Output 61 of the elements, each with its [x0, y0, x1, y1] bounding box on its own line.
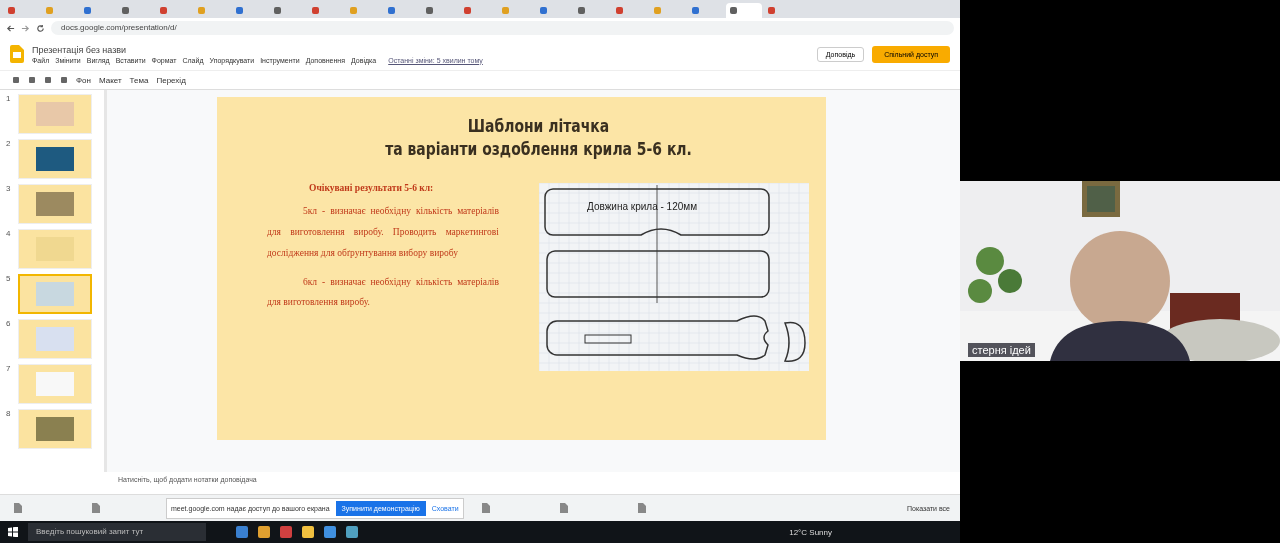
favicon-icon [616, 7, 623, 14]
favicon-icon [654, 7, 661, 14]
app-icon[interactable] [324, 526, 336, 538]
slide-number: 8 [6, 409, 12, 418]
slide-number: 3 [6, 184, 12, 193]
favicon-icon [426, 7, 433, 14]
favicon-icon [692, 7, 699, 14]
favicon-icon [578, 7, 585, 14]
favicon-icon [464, 7, 471, 14]
browser-tab[interactable] [726, 3, 762, 18]
back-icon[interactable] [6, 23, 15, 33]
toolbar-button[interactable]: Макет [98, 75, 122, 85]
toolbar-button[interactable]: Тема [129, 75, 149, 85]
favicon-icon [502, 7, 509, 14]
file-icon [481, 503, 490, 513]
slide-paragraph: 5кл - визначає необхідну кількість матеріалів для виготовлення виробу. Проводить маркетингові дослідження для обґрунтування вибору виробу [267, 204, 499, 260]
file-icon [559, 503, 568, 513]
favicon-icon [198, 7, 205, 14]
slide-thumbnail[interactable] [18, 274, 92, 314]
favicon-icon [46, 7, 53, 14]
participant-name: стерня ідей [968, 343, 1035, 357]
favicon-icon [160, 7, 167, 14]
forward-icon[interactable] [21, 23, 30, 33]
favicon-icon [236, 7, 243, 14]
taskbar-search-field[interactable]: Введіть пошуковий запит тут [28, 523, 206, 541]
start-icon[interactable] [8, 527, 18, 537]
weather-text[interactable]: 12°C Sunny [789, 527, 832, 537]
slides-logo-icon [10, 45, 24, 63]
favicon-icon [768, 7, 775, 14]
slide-heading: Очікувані результати 5-6 кл: [309, 182, 435, 193]
favicon-icon [388, 7, 395, 14]
app-icon[interactable] [280, 526, 292, 538]
slide-number: 2 [6, 139, 12, 148]
favicon-icon [122, 7, 129, 14]
file-icon [637, 503, 646, 513]
favicon-icon [8, 7, 15, 14]
slide-number: 5 [6, 274, 12, 283]
slide-number: 1 [6, 94, 12, 103]
slide-title: Шаблони літачка та варіанти оздоблення крила 5-6 кл. [384, 115, 693, 161]
toolbar-button[interactable]: Перехід [156, 75, 186, 85]
favicon-icon [350, 7, 357, 14]
reload-icon[interactable] [36, 23, 45, 33]
app-icon[interactable] [236, 526, 248, 538]
favicon-icon [540, 7, 547, 14]
app-icon[interactable] [302, 526, 314, 538]
app-icon[interactable] [346, 526, 358, 538]
drawing-label: Довжина крила - 120мм [587, 200, 698, 212]
slide-number: 7 [6, 364, 12, 373]
document-title[interactable]: Презентація без назви [32, 44, 483, 55]
address-bar[interactable]: docs.google.com/presentation/d/ [51, 21, 954, 35]
favicon-icon [84, 7, 91, 14]
toolbar-button[interactable]: Фон [76, 75, 91, 85]
slide-number: 4 [6, 229, 12, 238]
file-icon [92, 503, 100, 513]
slide-paragraph: 6кл - визначає необхідну кількість матеріалів для виготовлення виробу. [267, 275, 499, 310]
app-icon[interactable] [258, 526, 270, 538]
favicon-icon [274, 7, 281, 14]
slide-number: 6 [6, 319, 12, 328]
favicon-icon [312, 7, 319, 14]
favicon-icon [730, 7, 737, 14]
file-icon [14, 503, 22, 513]
